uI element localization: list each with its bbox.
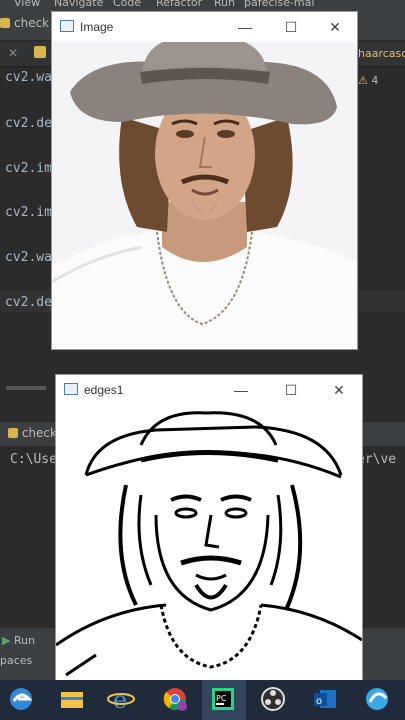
pycharm-icon[interactable]: PC [208, 684, 238, 714]
window-title: edges1 [84, 383, 124, 397]
maximize-button[interactable]: ☐ [284, 383, 298, 397]
window-titlebar[interactable]: edges1 — ☐ ✕ [56, 375, 362, 405]
minimize-button[interactable]: — [238, 20, 252, 34]
browser-icon[interactable] [362, 684, 392, 714]
python-file-icon [34, 46, 46, 58]
scroll-thumb[interactable] [6, 386, 46, 390]
outlook-icon[interactable]: o [310, 684, 340, 714]
edge-legacy-icon[interactable] [6, 684, 36, 714]
code-line: cv2.im [5, 161, 52, 176]
run-button-label: Run [13, 634, 36, 647]
edges-window[interactable]: edges1 — ☐ ✕ [55, 374, 363, 682]
maximize-button[interactable]: ☐ [284, 20, 298, 34]
code-line: cv2.im [5, 205, 52, 220]
editor-tab-label: check [14, 16, 50, 30]
warning-icon: ⚠ [358, 74, 368, 87]
menu-code[interactable]: Code [113, 0, 141, 9]
window-title: Image [80, 20, 114, 34]
project-title: pafecise-mal [244, 0, 315, 9]
python-file-icon [0, 18, 10, 28]
windows-taskbar: e PC o [0, 680, 405, 720]
close-icon[interactable]: ✕ [8, 46, 18, 60]
run-tool-button[interactable]: ▶ Run [2, 634, 35, 647]
image-window[interactable]: Image — ☐ ✕ [51, 11, 358, 350]
warning-count: 4 [371, 74, 379, 87]
edges-canvas [56, 405, 362, 681]
python-file-icon [8, 428, 18, 438]
minimize-button[interactable]: — [234, 383, 248, 397]
window-app-icon [64, 383, 78, 395]
internet-explorer-icon[interactable]: e [106, 684, 136, 714]
close-button[interactable]: ✕ [328, 20, 342, 34]
close-button[interactable]: ✕ [332, 383, 346, 397]
obs-icon[interactable] [258, 684, 288, 714]
svg-text:e: e [113, 686, 127, 714]
menu-refactor[interactable]: Refactor [156, 0, 202, 9]
window-titlebar[interactable]: Image — ☐ ✕ [52, 12, 357, 42]
play-icon: ▶ [2, 634, 11, 647]
menu-run[interactable]: Run [214, 0, 235, 9]
menu-view[interactable]: View [14, 0, 40, 9]
chrome-profile-icon[interactable] [160, 684, 190, 714]
code-line: cv2.de [5, 295, 52, 310]
window-app-icon [60, 20, 74, 32]
code-line: cv2.de [5, 116, 52, 131]
svg-text:o: o [316, 696, 322, 707]
code-line: cv2.wa [5, 70, 52, 85]
status-spaces: paces [0, 654, 33, 667]
right-editor-tab[interactable]: haarcasc [358, 47, 405, 60]
warning-indicator[interactable]: ⚠ 4 [358, 74, 378, 87]
menu-navigate[interactable]: Navigate [54, 0, 103, 9]
portrait-photo [52, 42, 357, 349]
edge-sketch [56, 405, 362, 681]
svg-text:PC: PC [216, 694, 227, 703]
code-line: cv2.wa [5, 250, 52, 265]
file-explorer-icon[interactable] [56, 684, 86, 714]
image-canvas [52, 42, 357, 349]
